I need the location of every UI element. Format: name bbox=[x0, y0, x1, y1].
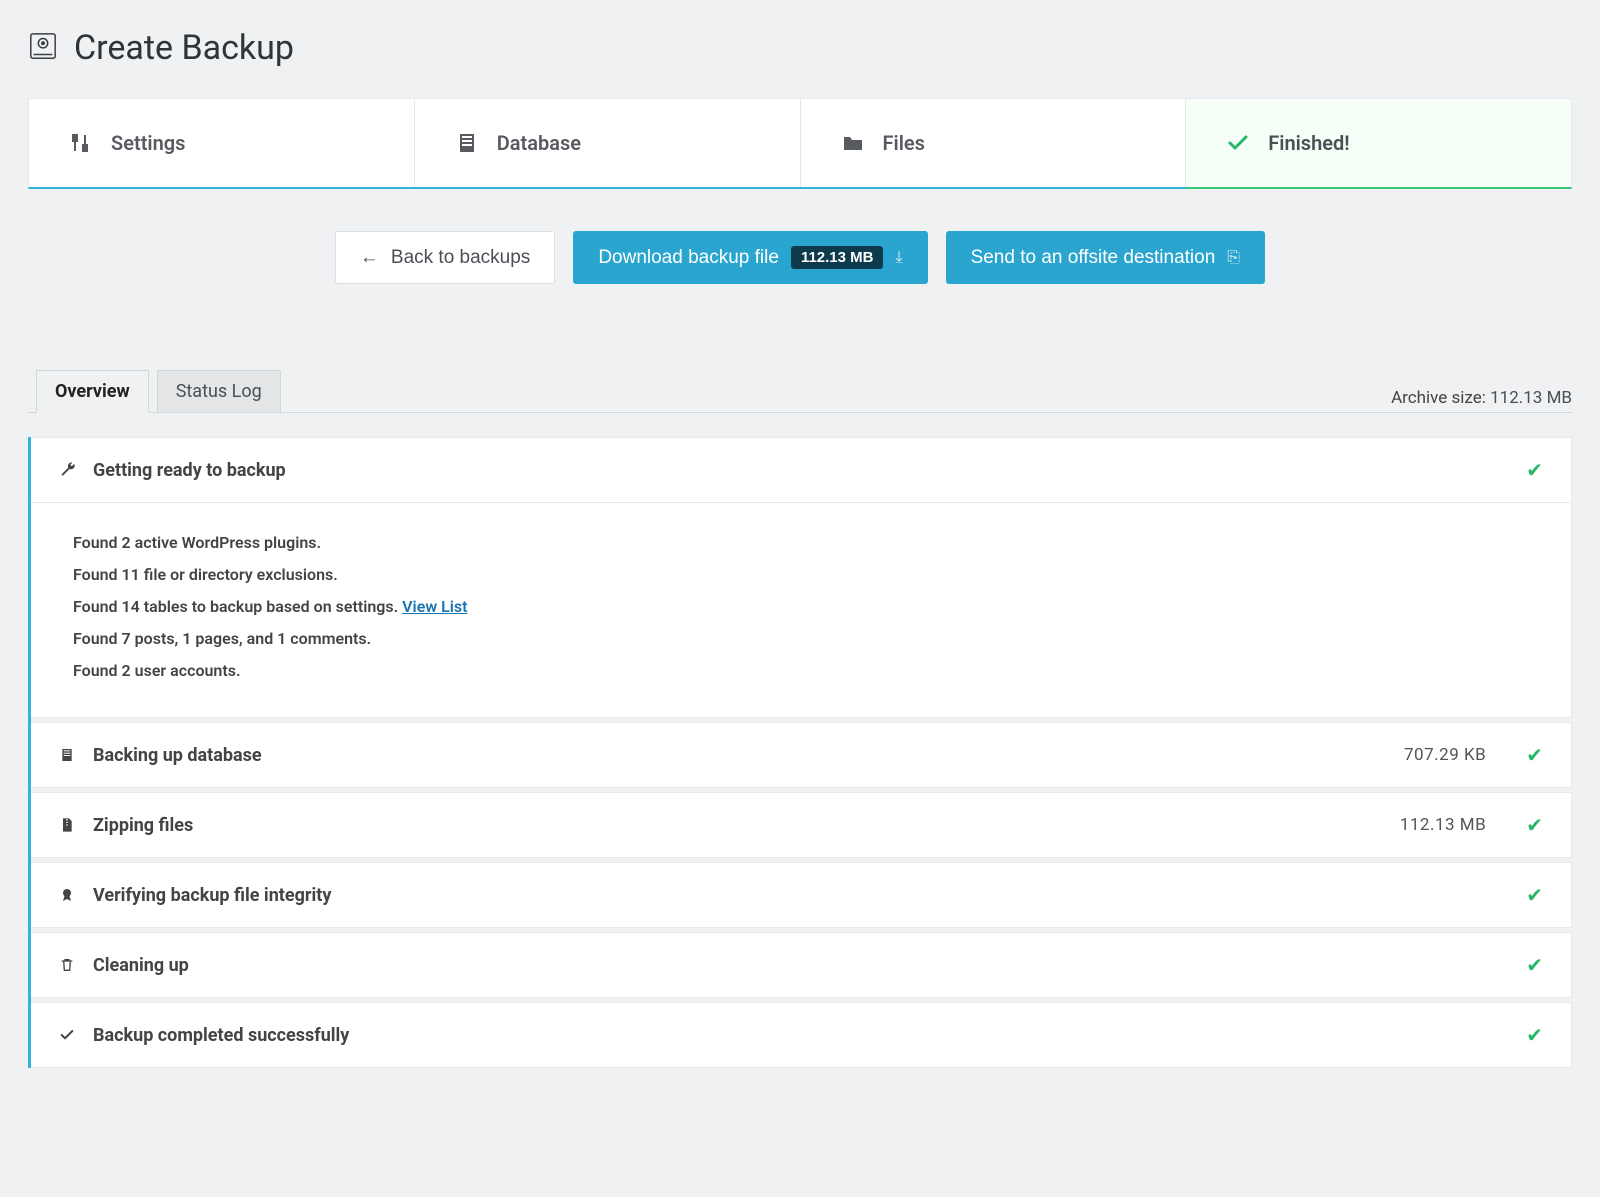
database-icon bbox=[59, 747, 77, 763]
action-bar: ← Back to backups Download backup file 1… bbox=[28, 231, 1572, 284]
database-icon bbox=[455, 131, 479, 155]
step-finished[interactable]: Finished! bbox=[1186, 99, 1571, 189]
step-files[interactable]: Files bbox=[801, 99, 1187, 187]
check-icon: ✔ bbox=[1526, 953, 1543, 977]
tab-label: Status Log bbox=[176, 381, 262, 402]
tab-label: Overview bbox=[55, 381, 130, 402]
archive-size-value: 112.13 MB bbox=[1490, 388, 1572, 408]
trash-icon bbox=[59, 957, 77, 973]
back-to-backups-button[interactable]: ← Back to backups bbox=[335, 231, 555, 284]
status-title: Backup completed successfully bbox=[93, 1025, 1486, 1046]
page-header: Create Backup bbox=[28, 28, 1572, 68]
download-size-badge: 112.13 MB bbox=[791, 246, 884, 269]
view-list-link[interactable]: View List bbox=[402, 597, 467, 616]
status-getting-ready-details: Found 2 active WordPress plugins. Found … bbox=[31, 502, 1572, 718]
detail-text: Found 14 tables to backup based on setti… bbox=[73, 597, 402, 616]
check-icon bbox=[59, 1027, 77, 1043]
folder-icon bbox=[841, 131, 865, 155]
archive-size: Archive size: 112.13 MB bbox=[1391, 388, 1572, 412]
status-value: 112.13 MB bbox=[1400, 815, 1486, 835]
badge-icon bbox=[59, 887, 77, 903]
check-icon bbox=[1226, 131, 1250, 155]
status-list: Getting ready to backup ✔ Found 2 active… bbox=[28, 437, 1572, 1068]
status-title: Backing up database bbox=[93, 745, 1388, 766]
status-value: 707.29 KB bbox=[1404, 745, 1486, 765]
detail-line: Found 11 file or directory exclusions. bbox=[73, 559, 1529, 591]
status-title: Getting ready to backup bbox=[93, 460, 1486, 481]
offsite-label: Send to an offsite destination bbox=[971, 247, 1216, 269]
status-getting-ready[interactable]: Getting ready to backup ✔ bbox=[31, 437, 1572, 502]
status-cleaning-up[interactable]: Cleaning up ✔ bbox=[31, 932, 1572, 998]
detail-line: Found 2 user accounts. bbox=[73, 655, 1529, 687]
sliders-icon bbox=[69, 131, 93, 155]
download-icon: ⤓ bbox=[895, 249, 902, 267]
tab-overview[interactable]: Overview bbox=[36, 370, 149, 413]
status-backup-completed[interactable]: Backup completed successfully ✔ bbox=[31, 1002, 1572, 1068]
backup-stepper: Settings Database Files Finished! bbox=[28, 98, 1572, 189]
status-title: Cleaning up bbox=[93, 955, 1486, 976]
back-label: Back to backups bbox=[391, 247, 530, 269]
archive-size-label: Archive size: bbox=[1391, 388, 1486, 408]
status-title: Zipping files bbox=[93, 815, 1384, 836]
send-icon: ⎘ bbox=[1227, 249, 1240, 267]
page-title: Create Backup bbox=[74, 28, 294, 68]
download-label: Download backup file bbox=[598, 247, 779, 269]
detail-line: Found 2 active WordPress plugins. bbox=[73, 527, 1529, 559]
check-icon: ✔ bbox=[1526, 813, 1543, 837]
step-settings[interactable]: Settings bbox=[29, 99, 415, 187]
step-label: Files bbox=[883, 131, 925, 155]
wrench-icon bbox=[59, 461, 77, 479]
send-offsite-button[interactable]: Send to an offsite destination ⎘ bbox=[946, 231, 1266, 284]
step-label: Finished! bbox=[1268, 131, 1349, 155]
arrow-left-icon: ← bbox=[360, 247, 379, 269]
step-database[interactable]: Database bbox=[415, 99, 801, 187]
zip-icon bbox=[59, 817, 77, 833]
tab-status-log[interactable]: Status Log bbox=[157, 370, 281, 413]
detail-line: Found 14 tables to backup based on setti… bbox=[73, 591, 1529, 623]
status-title: Verifying backup file integrity bbox=[93, 885, 1486, 906]
status-verifying-integrity[interactable]: Verifying backup file integrity ✔ bbox=[31, 862, 1572, 928]
status-backing-up-database[interactable]: Backing up database 707.29 KB ✔ bbox=[31, 722, 1572, 788]
check-icon: ✔ bbox=[1526, 1023, 1543, 1047]
check-icon: ✔ bbox=[1526, 458, 1543, 482]
download-backup-button[interactable]: Download backup file 112.13 MB ⤓ bbox=[573, 231, 927, 284]
step-label: Database bbox=[497, 131, 581, 155]
status-zipping-files[interactable]: Zipping files 112.13 MB ✔ bbox=[31, 792, 1572, 858]
detail-line: Found 7 posts, 1 pages, and 1 comments. bbox=[73, 623, 1529, 655]
step-label: Settings bbox=[111, 131, 185, 155]
check-icon: ✔ bbox=[1526, 743, 1543, 767]
subtab-row: Overview Status Log Archive size: 112.13… bbox=[28, 370, 1572, 413]
backup-disk-icon bbox=[28, 31, 58, 66]
check-icon: ✔ bbox=[1526, 883, 1543, 907]
